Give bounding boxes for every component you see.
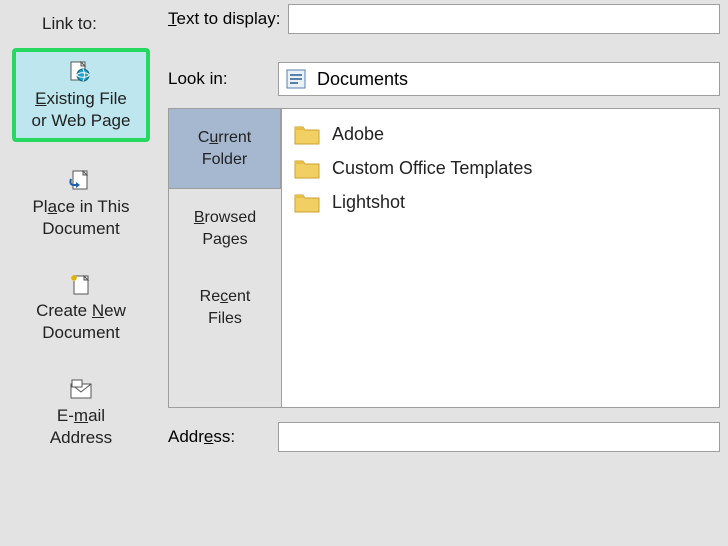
linkto-label: Link to: — [42, 14, 97, 34]
file-item[interactable]: Custom Office Templates — [292, 151, 709, 185]
folder-icon — [294, 157, 320, 179]
look-in-dropdown[interactable]: Documents — [278, 62, 720, 96]
look-in-value: Documents — [317, 69, 408, 90]
tab-browsed-pages[interactable]: Browsed Pages — [169, 189, 281, 268]
file-name: Custom Office Templates — [332, 158, 532, 179]
file-name: Adobe — [332, 124, 384, 145]
place-in-doc-icon — [68, 168, 94, 194]
address-row: Address: — [168, 422, 720, 452]
existing-file-icon — [68, 60, 94, 86]
file-name: Lightshot — [332, 192, 405, 213]
folder-icon — [294, 191, 320, 213]
btab1-l1: Browsed — [194, 209, 256, 226]
btab0-l2: Folder — [202, 151, 247, 168]
linkto-opt1-l1: Place in This — [32, 197, 129, 216]
file-list[interactable]: Adobe Custom Office Templates — [281, 109, 719, 407]
browse-area: Current Folder Browsed Pages Recent File… — [168, 108, 720, 408]
btab0-l1: Current — [198, 129, 251, 146]
folder-icon — [294, 123, 320, 145]
linkto-email[interactable]: E-mail Address — [12, 369, 150, 455]
text-to-display-input[interactable] — [288, 4, 720, 34]
linkto-opt0-l2: or Web Page — [32, 111, 131, 130]
linkto-place-in-doc[interactable]: Place in This Document — [12, 160, 150, 246]
linkto-opt3-l1: E-mail — [57, 406, 105, 425]
text-to-display-row: Text to display: — [168, 4, 720, 34]
linkto-opt2-l1: Create New — [36, 301, 126, 320]
btab1-l2: Pages — [202, 231, 247, 248]
right-area: Text to display: Look in: Documents — [158, 48, 720, 546]
tab-recent-files[interactable]: Recent Files — [169, 268, 281, 347]
look-in-row: Look in: Documents — [168, 62, 720, 96]
linkto-opt2-l2: Document — [42, 323, 119, 342]
address-input[interactable] — [278, 422, 720, 452]
file-item[interactable]: Lightshot — [292, 185, 709, 219]
tab-current-folder[interactable]: Current Folder — [169, 109, 281, 189]
linkto-opt3-l2: Address — [50, 428, 112, 447]
btab2-l2: Files — [208, 310, 242, 327]
linkto-create-new[interactable]: Create New Document — [12, 264, 150, 350]
linkto-opt0-l1: Existing File — [35, 89, 127, 108]
linkto-bar: Existing File or Web Page Place in This … — [12, 48, 158, 546]
email-icon — [68, 377, 94, 403]
hyperlink-dialog: Link to: Existing File or Web Page — [0, 0, 728, 546]
linkto-existing-file[interactable]: Existing File or Web Page — [12, 48, 150, 142]
text-to-display-label: Text to display: — [168, 9, 280, 29]
btab2-l1: Recent — [200, 288, 251, 305]
browse-tabs: Current Folder Browsed Pages Recent File… — [169, 109, 281, 407]
main-area: Existing File or Web Page Place in This … — [0, 48, 728, 546]
address-label: Address: — [168, 427, 278, 447]
file-item[interactable]: Adobe — [292, 117, 709, 151]
documents-folder-icon — [285, 68, 307, 90]
create-new-icon — [68, 272, 94, 298]
look-in-label: Look in: — [168, 69, 278, 89]
linkto-opt1-l2: Document — [42, 219, 119, 238]
